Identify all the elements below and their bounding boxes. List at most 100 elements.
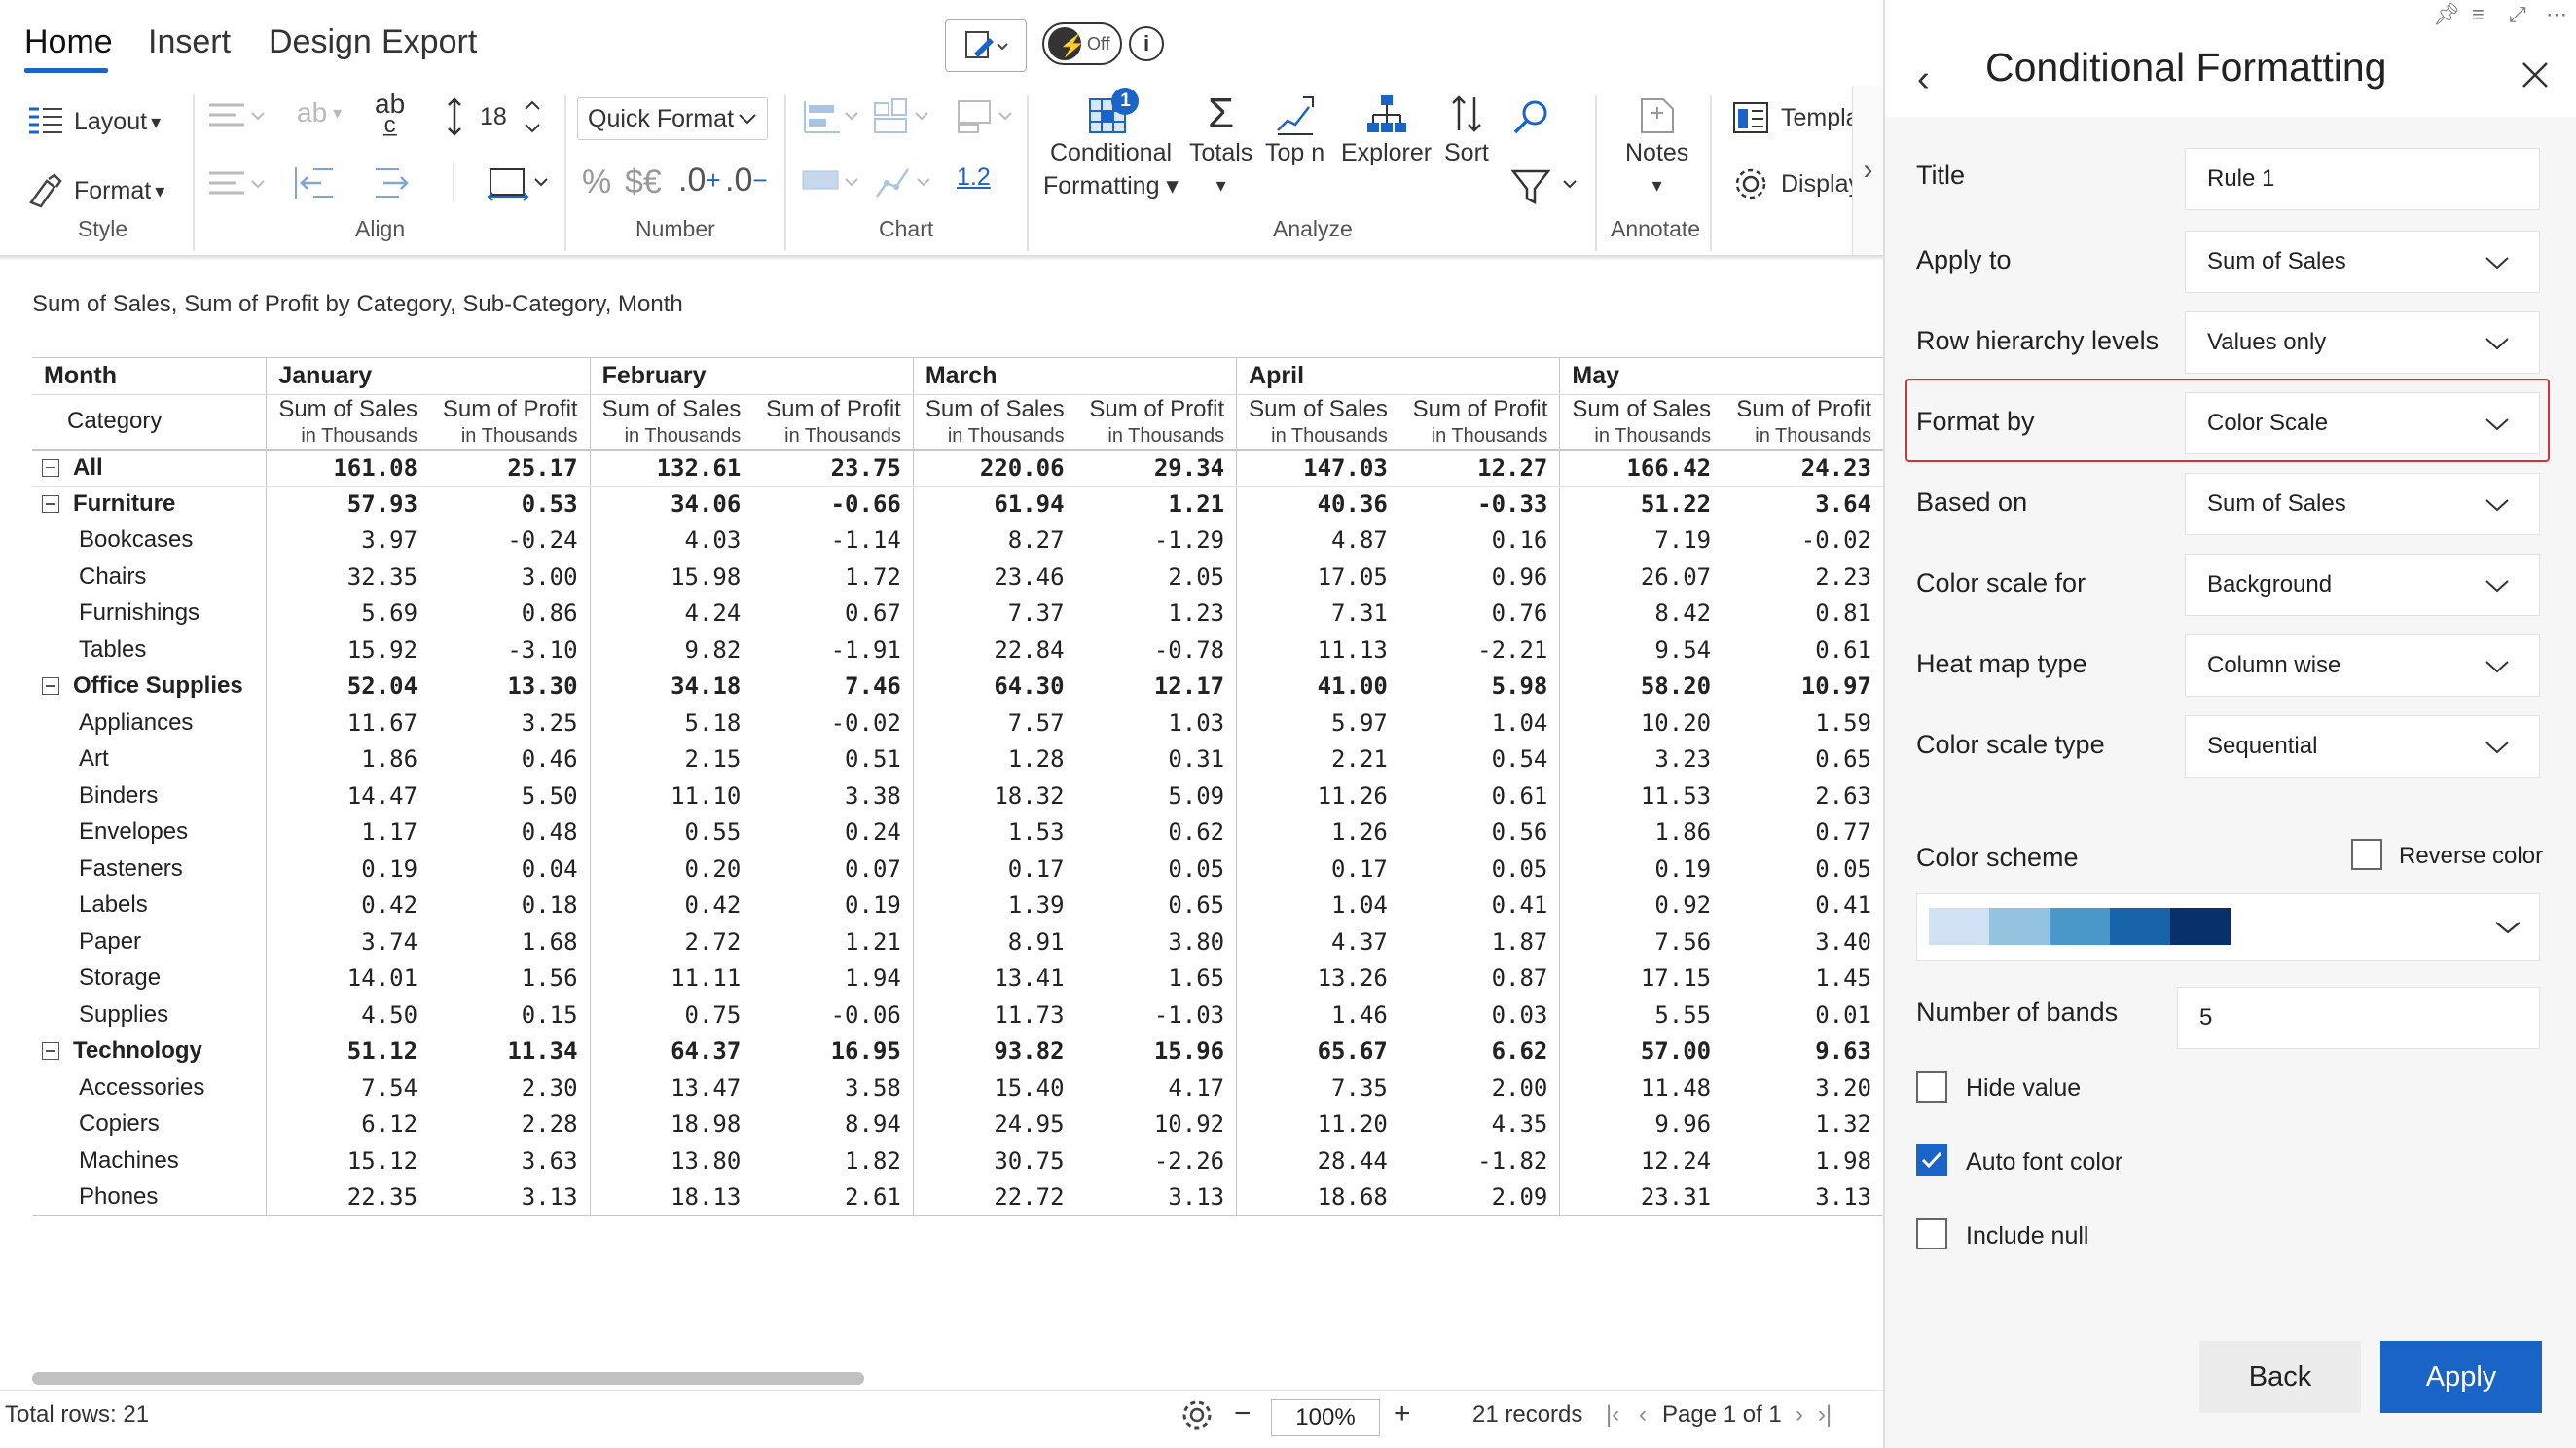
measure-header-sales[interactable]: Sum of Sales in Thousands — [912, 394, 1076, 451]
table-cell[interactable]: 2.72 — [589, 923, 753, 960]
table-cell[interactable]: 12.24 — [1559, 1142, 1723, 1179]
increase-indent-button[interactable] — [372, 163, 417, 202]
table-cell[interactable]: 3.13 — [429, 1178, 591, 1216]
table-cell[interactable]: 11.73 — [912, 996, 1076, 1033]
table-cell[interactable]: 7.19 — [1559, 522, 1723, 559]
table-cell[interactable]: 0.61 — [1723, 632, 1883, 669]
table-cell[interactable]: 11.11 — [589, 959, 753, 996]
table-cell[interactable]: 26.07 — [1559, 559, 1723, 596]
row-header[interactable]: Labels — [32, 887, 267, 924]
table-cell[interactable]: 0.51 — [752, 742, 913, 778]
table-cell[interactable]: 0.19 — [1559, 851, 1723, 887]
row-header[interactable]: Art — [32, 742, 267, 778]
table-cell[interactable]: 13.80 — [589, 1142, 753, 1179]
row-header[interactable]: Machines — [32, 1142, 267, 1179]
table-cell[interactable]: 1.32 — [1723, 1106, 1883, 1143]
category-header[interactable]: Category — [32, 394, 267, 451]
row-header[interactable]: Furnishings — [32, 596, 267, 633]
zoom-input[interactable]: 100% — [1271, 1399, 1380, 1436]
table-cell[interactable]: 0.46 — [429, 742, 590, 778]
chart-layout-button[interactable] — [955, 97, 1017, 136]
table-cell[interactable]: 220.06 — [912, 449, 1076, 487]
table-cell[interactable]: 0.05 — [1076, 851, 1237, 887]
row-header[interactable]: Copiers — [32, 1106, 267, 1143]
table-cell[interactable]: 5.97 — [1236, 705, 1399, 742]
month-header-february[interactable]: February — [589, 357, 914, 395]
table-cell[interactable]: 13.30 — [429, 669, 590, 706]
measure-header-sales[interactable]: Sum of Sales in Thousands — [1236, 394, 1399, 451]
color-scheme-dropdown[interactable] — [1916, 893, 2540, 961]
table-cell[interactable]: 11.20 — [1236, 1105, 1399, 1142]
indent-button[interactable] — [207, 163, 270, 202]
table-cell[interactable]: 4.35 — [1399, 1106, 1560, 1143]
table-cell[interactable]: 0.55 — [589, 814, 753, 851]
table-cell[interactable]: 10.97 — [1723, 669, 1883, 706]
table-cell[interactable]: 3.74 — [266, 923, 430, 960]
table-cell[interactable]: 0.17 — [912, 851, 1076, 887]
table-cell[interactable]: 23.75 — [752, 449, 914, 487]
table-cell[interactable]: 4.17 — [1076, 1069, 1237, 1106]
notes-button[interactable]: Notes ▾ — [1625, 93, 1688, 202]
table-cell[interactable]: 2.21 — [1236, 741, 1399, 778]
row-header[interactable]: Office Supplies — [32, 669, 267, 706]
table-cell[interactable]: 65.67 — [1236, 1032, 1399, 1069]
table-cell[interactable]: 3.25 — [429, 705, 590, 742]
table-cell[interactable]: 1.65 — [1076, 960, 1237, 997]
ribbon-scroll-right[interactable]: › — [1852, 86, 1883, 255]
table-cell[interactable]: 24.23 — [1723, 449, 1883, 487]
table-cell[interactable]: 6.62 — [1399, 1033, 1560, 1070]
table-cell[interactable]: 3.63 — [429, 1142, 590, 1179]
table-cell[interactable]: 6.12 — [266, 1105, 430, 1142]
table-cell[interactable]: 8.27 — [912, 522, 1076, 559]
tab-insert[interactable]: Insert — [148, 23, 231, 61]
measure-header-profit[interactable]: Sum of Profit in Thousands — [1075, 394, 1237, 451]
table-cell[interactable]: 14.01 — [266, 959, 430, 996]
table-cell[interactable]: 7.46 — [752, 669, 913, 706]
last-page-icon[interactable]: ›| — [1818, 1401, 1832, 1429]
align-left-button[interactable] — [207, 97, 270, 136]
table-cell[interactable]: 29.34 — [1075, 449, 1237, 487]
table-cell[interactable]: 30.75 — [912, 1142, 1076, 1179]
table-cell[interactable]: 7.37 — [912, 595, 1076, 632]
table-cell[interactable]: 13.47 — [589, 1069, 753, 1106]
bar-chart-button[interactable] — [801, 97, 863, 136]
auto-font-color-checkbox[interactable] — [1916, 1144, 1947, 1176]
table-cell[interactable]: 11.67 — [266, 705, 430, 742]
table-cell[interactable]: 2.63 — [1723, 778, 1883, 814]
table-cell[interactable]: 57.00 — [1559, 1032, 1723, 1069]
table-cell[interactable]: -0.02 — [752, 705, 913, 742]
format-button[interactable]: Format ▾ — [27, 173, 164, 208]
color-scale-type-dropdown[interactable]: Sequential — [2185, 715, 2540, 778]
table-cell[interactable]: 0.48 — [429, 814, 590, 851]
table-cell[interactable]: 1.04 — [1399, 705, 1560, 742]
table-cell[interactable]: 7.57 — [912, 705, 1076, 742]
table-cell[interactable]: -1.91 — [752, 632, 913, 669]
display-button[interactable]: Display — [1732, 165, 1861, 202]
table-cell[interactable]: 0.86 — [429, 596, 590, 633]
table-cell[interactable]: 0.81 — [1723, 596, 1883, 633]
table-cell[interactable]: 7.56 — [1559, 923, 1723, 960]
table-cell[interactable]: 1.23 — [1076, 596, 1237, 633]
prev-page-icon[interactable]: ‹ — [1639, 1401, 1647, 1429]
tab-design[interactable]: Design — [269, 23, 372, 61]
info-icon[interactable]: i — [1129, 26, 1164, 61]
table-cell[interactable]: 2.15 — [589, 741, 753, 778]
month-header-may[interactable]: May — [1559, 357, 1883, 395]
table-cell[interactable]: 32.35 — [266, 559, 430, 596]
table-cell[interactable]: 1.72 — [752, 559, 913, 596]
table-cell[interactable]: 1.56 — [429, 960, 590, 997]
table-cell[interactable]: 41.00 — [1236, 668, 1399, 705]
table-cell[interactable]: 3.20 — [1723, 1069, 1883, 1106]
table-cell[interactable]: 57.93 — [266, 486, 430, 523]
table-cell[interactable]: 0.19 — [752, 887, 913, 924]
table-cell[interactable]: 2.61 — [752, 1178, 914, 1216]
table-cell[interactable]: 5.55 — [1559, 996, 1723, 1033]
table-cell[interactable]: 1.53 — [912, 814, 1076, 851]
table-cell[interactable]: 18.98 — [589, 1105, 753, 1142]
table-cell[interactable]: 0.05 — [1723, 851, 1883, 887]
table-cell[interactable]: 2.23 — [1723, 559, 1883, 596]
table-cell[interactable]: 0.01 — [1723, 996, 1883, 1033]
table-cell[interactable]: 1.82 — [752, 1142, 913, 1179]
sort-button[interactable]: Sort — [1444, 91, 1489, 169]
row-header[interactable]: Supplies — [32, 996, 267, 1033]
